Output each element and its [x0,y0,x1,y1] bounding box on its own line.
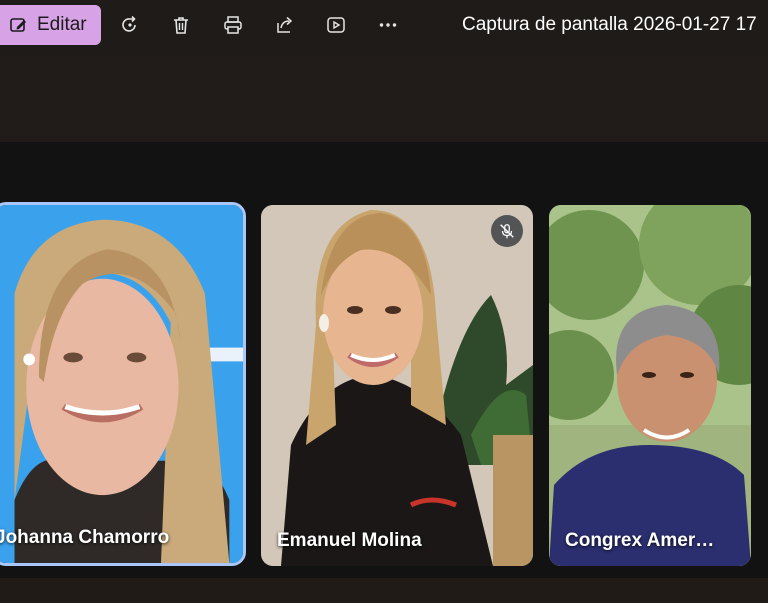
window-title: Captura de pantalla 2026-01-27 17 [462,14,757,35]
participant-name: Emanuel Molina [277,530,422,551]
participant-name: Johanna Chamorro [0,527,170,548]
muted-mic-indicator [491,215,523,247]
viewer-footer-band [0,578,768,603]
participant-video [0,205,243,563]
edit-icon [9,15,29,35]
participant-video [549,205,751,566]
slideshow-icon [327,17,345,33]
slideshow-button[interactable] [323,12,349,38]
participant-tile-active[interactable]: Johanna Chamorro [0,202,246,566]
edit-button-label: Editar [37,14,87,35]
delete-icon [174,17,188,34]
more-button[interactable] [375,12,401,38]
participant-tile[interactable]: Congrex Amer… [549,205,751,566]
rotate-icon [122,15,136,32]
edit-button[interactable]: Editar [0,5,101,45]
share-icon [277,16,293,33]
share-button[interactable] [272,12,298,38]
participant-tile[interactable]: Emanuel Molina [261,205,533,566]
delete-button[interactable] [168,12,194,38]
participant-video [261,205,533,566]
viewer-header-band [0,56,768,142]
rotate-button[interactable] [117,12,143,38]
print-icon [224,16,242,34]
print-button[interactable] [220,12,246,38]
mic-off-icon [500,224,514,239]
more-icon [379,23,397,27]
viewer-toolbar: Editar Captura de pantalla 2026-01-27 17 [0,0,768,56]
participant-name: Congrex Amer… [565,530,715,551]
